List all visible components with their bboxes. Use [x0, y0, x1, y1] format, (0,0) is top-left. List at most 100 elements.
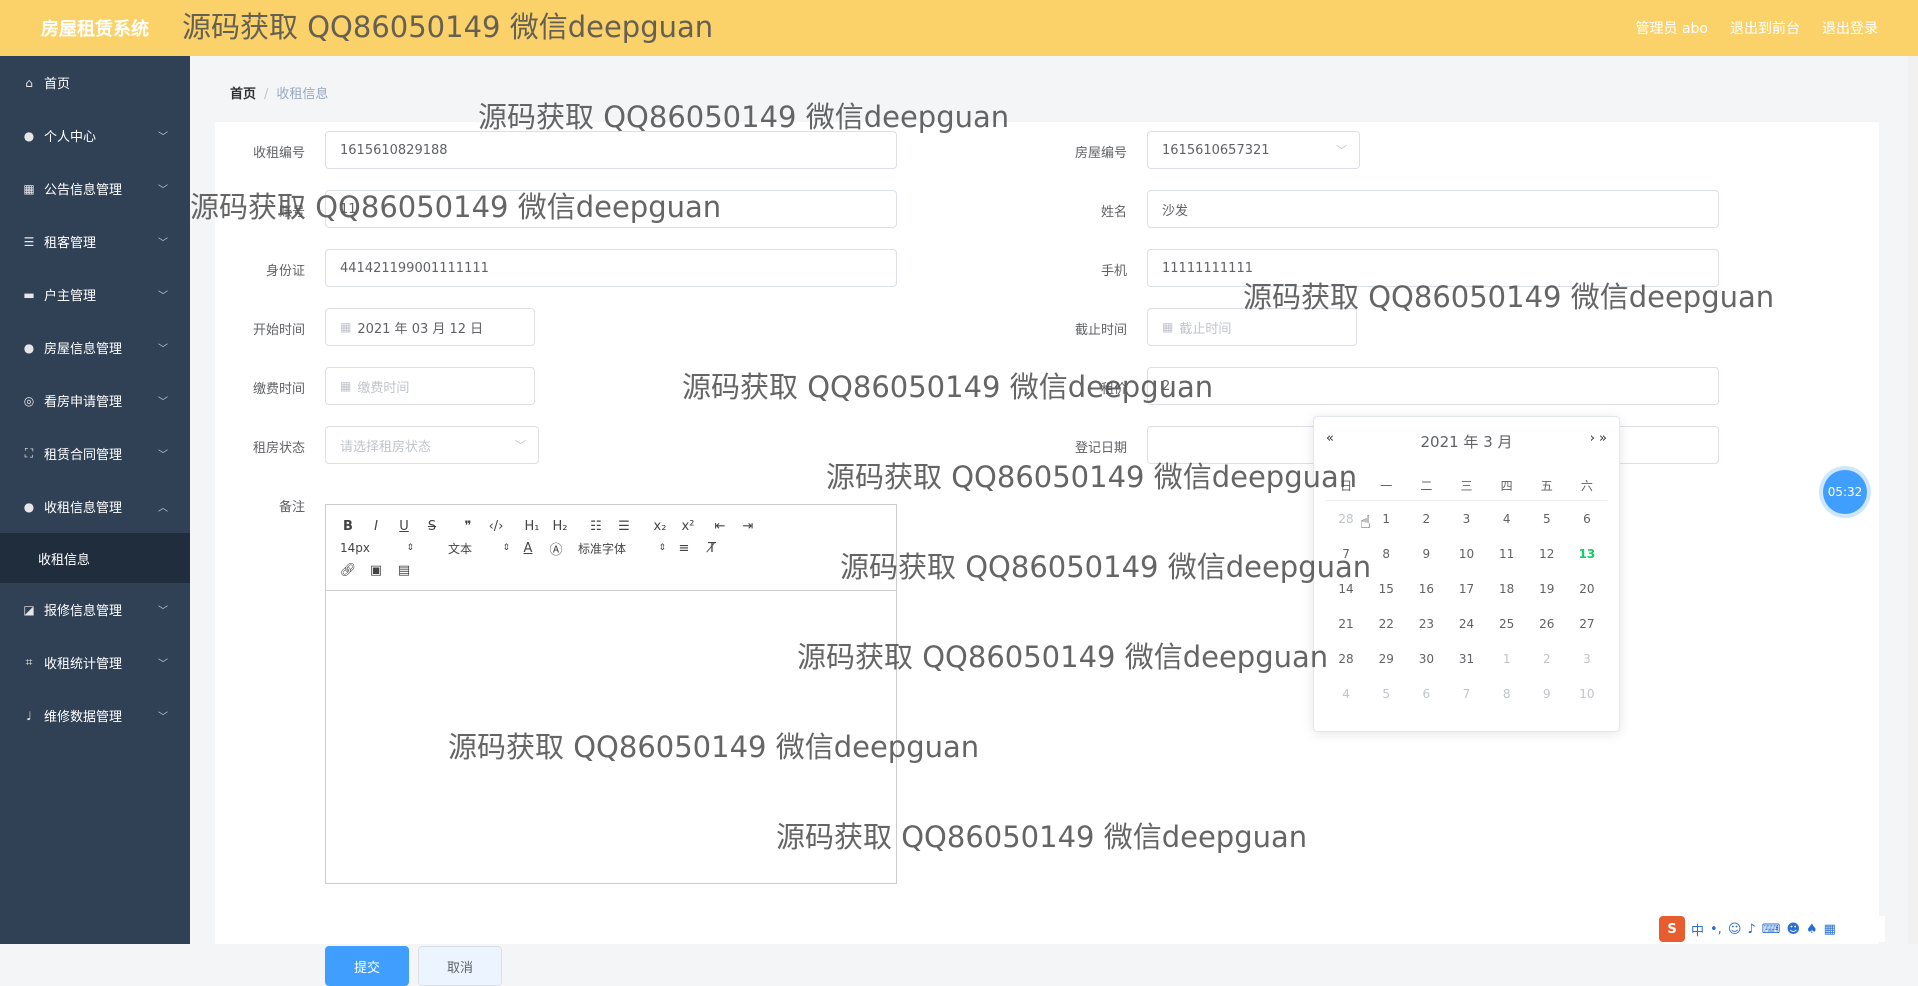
user-icon[interactable]: ☻	[1786, 922, 1800, 937]
bold-icon[interactable]: B	[334, 515, 362, 537]
date-cell[interactable]: 9	[1527, 687, 1567, 701]
ime-mode[interactable]: 中	[1691, 920, 1704, 939]
date-cell[interactable]: 15	[1366, 582, 1406, 596]
underline-icon[interactable]: U	[390, 515, 418, 537]
date-cell[interactable]: 10	[1567, 687, 1607, 701]
date-cell[interactable]: 2	[1406, 512, 1446, 526]
block-format-select[interactable]: 文本 ⇕	[420, 540, 510, 557]
subscript-icon[interactable]: x₂	[646, 515, 674, 537]
date-cell[interactable]: 20	[1567, 582, 1607, 596]
sidebar-item-home[interactable]: ⌂ 首页	[0, 56, 190, 109]
date-cell[interactable]: 5	[1366, 687, 1406, 701]
date-cell[interactable]: 22	[1366, 617, 1406, 631]
date-cell[interactable]: 24	[1446, 617, 1486, 631]
start-date-input[interactable]: ▦ 2021 年 03 月 12 日	[325, 308, 535, 346]
align-icon[interactable]: ≡	[670, 537, 698, 559]
clear-format-icon[interactable]: T̸	[698, 537, 726, 559]
outdent-icon[interactable]: ⇤	[706, 515, 734, 537]
id-input[interactable]: 441421199001111111	[325, 249, 897, 287]
date-cell[interactable]: 12	[1527, 547, 1567, 561]
date-cell[interactable]: 3	[1446, 512, 1486, 526]
emoji-icon[interactable]: ☺	[1728, 922, 1742, 937]
date-cell[interactable]: 6	[1406, 687, 1446, 701]
front-link[interactable]: 退出到前台	[1730, 18, 1800, 38]
clock-badge[interactable]: 05:32	[1823, 470, 1867, 514]
submit-button[interactable]: 提交	[325, 946, 409, 986]
date-cell[interactable]: 30	[1406, 652, 1446, 666]
date-cell[interactable]: 10	[1446, 547, 1486, 561]
grid-icon[interactable]: ▦	[1824, 922, 1836, 937]
house-no-select[interactable]: 1615610657321 ﹀	[1147, 131, 1360, 169]
date-cell[interactable]: 27	[1567, 617, 1607, 631]
date-cell[interactable]: 1	[1487, 652, 1527, 666]
sidebar-item-rent-stats[interactable]: ⌗ 收租统计管理 ﹀	[0, 636, 190, 689]
italic-icon[interactable]: I	[362, 515, 390, 537]
date-cell[interactable]: 23	[1406, 617, 1446, 631]
video-icon[interactable]: ▤	[390, 559, 418, 581]
date-cell[interactable]: 16	[1406, 582, 1446, 596]
sidebar-item-repair[interactable]: ◪ 报修信息管理 ﹀	[0, 583, 190, 636]
date-cell[interactable]: 13	[1567, 547, 1607, 561]
pay-date-input[interactable]: ▦ 缴费时间	[325, 367, 535, 405]
skin-icon[interactable]: ♠	[1806, 922, 1818, 937]
date-cell[interactable]: 14	[1326, 582, 1366, 596]
next-month-icon[interactable]: › »	[1590, 431, 1607, 446]
phone-input[interactable]: 11111111111	[1147, 249, 1719, 287]
breadcrumb-home[interactable]: 首页	[230, 87, 256, 102]
date-cell[interactable]: 9	[1406, 547, 1446, 561]
rent-no-input[interactable]: 1615610829188	[325, 131, 897, 169]
mic-icon[interactable]: ♪	[1747, 922, 1755, 937]
sidebar-item-notice[interactable]: ▦ 公告信息管理 ﹀	[0, 162, 190, 215]
date-cell[interactable]: 6	[1567, 512, 1607, 526]
scrollbar[interactable]	[1908, 56, 1918, 944]
cancel-button[interactable]: 取消	[418, 946, 502, 986]
strike-icon[interactable]: S	[418, 515, 446, 537]
date-cell[interactable]: 1	[1366, 512, 1406, 526]
date-cell[interactable]: 29	[1366, 652, 1406, 666]
date-cell[interactable]: 11	[1487, 547, 1527, 561]
sidebar-item-maintenance[interactable]: ♩ 维修数据管理 ﹀	[0, 689, 190, 742]
date-cell[interactable]: 4	[1326, 687, 1366, 701]
heading1-icon[interactable]: H₁	[518, 515, 546, 537]
date-cell[interactable]: 5	[1527, 512, 1567, 526]
date-cell[interactable]: 7	[1446, 687, 1486, 701]
background-color-icon[interactable]: Ⓐ	[542, 537, 570, 559]
status-select[interactable]: 请选择租房状态 ﹀	[325, 426, 539, 464]
indent-icon[interactable]: ⇥	[734, 515, 762, 537]
font-size-select[interactable]: 14px ⇕	[334, 541, 420, 555]
name-input[interactable]: 沙发	[1147, 190, 1719, 228]
sidebar-item-house[interactable]: ● 房屋信息管理 ﹀	[0, 321, 190, 374]
sidebar-item-owner[interactable]: ▬ 户主管理 ﹀	[0, 268, 190, 321]
date-cell[interactable]: 21	[1326, 617, 1366, 631]
date-cell[interactable]: 8	[1487, 687, 1527, 701]
bullet-list-icon[interactable]: ☰	[610, 515, 638, 537]
quote-icon[interactable]: ❞	[454, 515, 482, 537]
date-cell[interactable]: 3	[1567, 652, 1607, 666]
date-picker-popup[interactable]: « 2021 年 3 月 › » 日 一 二 三 四 五 六 28 1 2 3 4 5 6 7…	[1313, 416, 1620, 732]
font-family-select[interactable]: 标准字体 ⇕	[570, 540, 670, 557]
date-cell[interactable]: 19	[1527, 582, 1567, 596]
admin-label[interactable]: 管理员 abo	[1636, 18, 1708, 38]
date-cell[interactable]: 4	[1487, 512, 1527, 526]
logout-link[interactable]: 退出登录	[1822, 18, 1878, 38]
date-cell[interactable]: 8	[1366, 547, 1406, 561]
superscript-icon[interactable]: x²	[674, 515, 702, 537]
date-cell[interactable]: 28	[1326, 652, 1366, 666]
rich-text-editor[interactable]: B I U S ❞ ‹/› H₁ H₂ ☷ ☰ x₂ x² ⇤ ⇥ 14px ⇕	[325, 504, 897, 884]
punctuation-icon[interactable]: •,	[1710, 922, 1722, 937]
sidebar-item-viewing[interactable]: ◎ 看房申请管理 ﹀	[0, 374, 190, 427]
sidebar-item-contract[interactable]: ⛶ 租赁合同管理 ﹀	[0, 427, 190, 480]
date-cell[interactable]: 25	[1487, 617, 1527, 631]
sidebar-item-tenant[interactable]: ☰ 租客管理 ﹀	[0, 215, 190, 268]
account-input[interactable]: 11	[325, 190, 897, 228]
date-cell[interactable]: 31	[1446, 652, 1486, 666]
date-cell[interactable]: 18	[1487, 582, 1527, 596]
end-date-input[interactable]: ▦ 截止时间	[1147, 308, 1357, 346]
sidebar-item-personal[interactable]: ● 个人中心 ﹀	[0, 109, 190, 162]
date-cell[interactable]: 17	[1446, 582, 1486, 596]
heading2-icon[interactable]: H₂	[546, 515, 574, 537]
rent-input[interactable]: 2	[1147, 367, 1719, 405]
date-cell[interactable]: 2	[1527, 652, 1567, 666]
image-icon[interactable]: ▣	[362, 559, 390, 581]
ordered-list-icon[interactable]: ☷	[582, 515, 610, 537]
